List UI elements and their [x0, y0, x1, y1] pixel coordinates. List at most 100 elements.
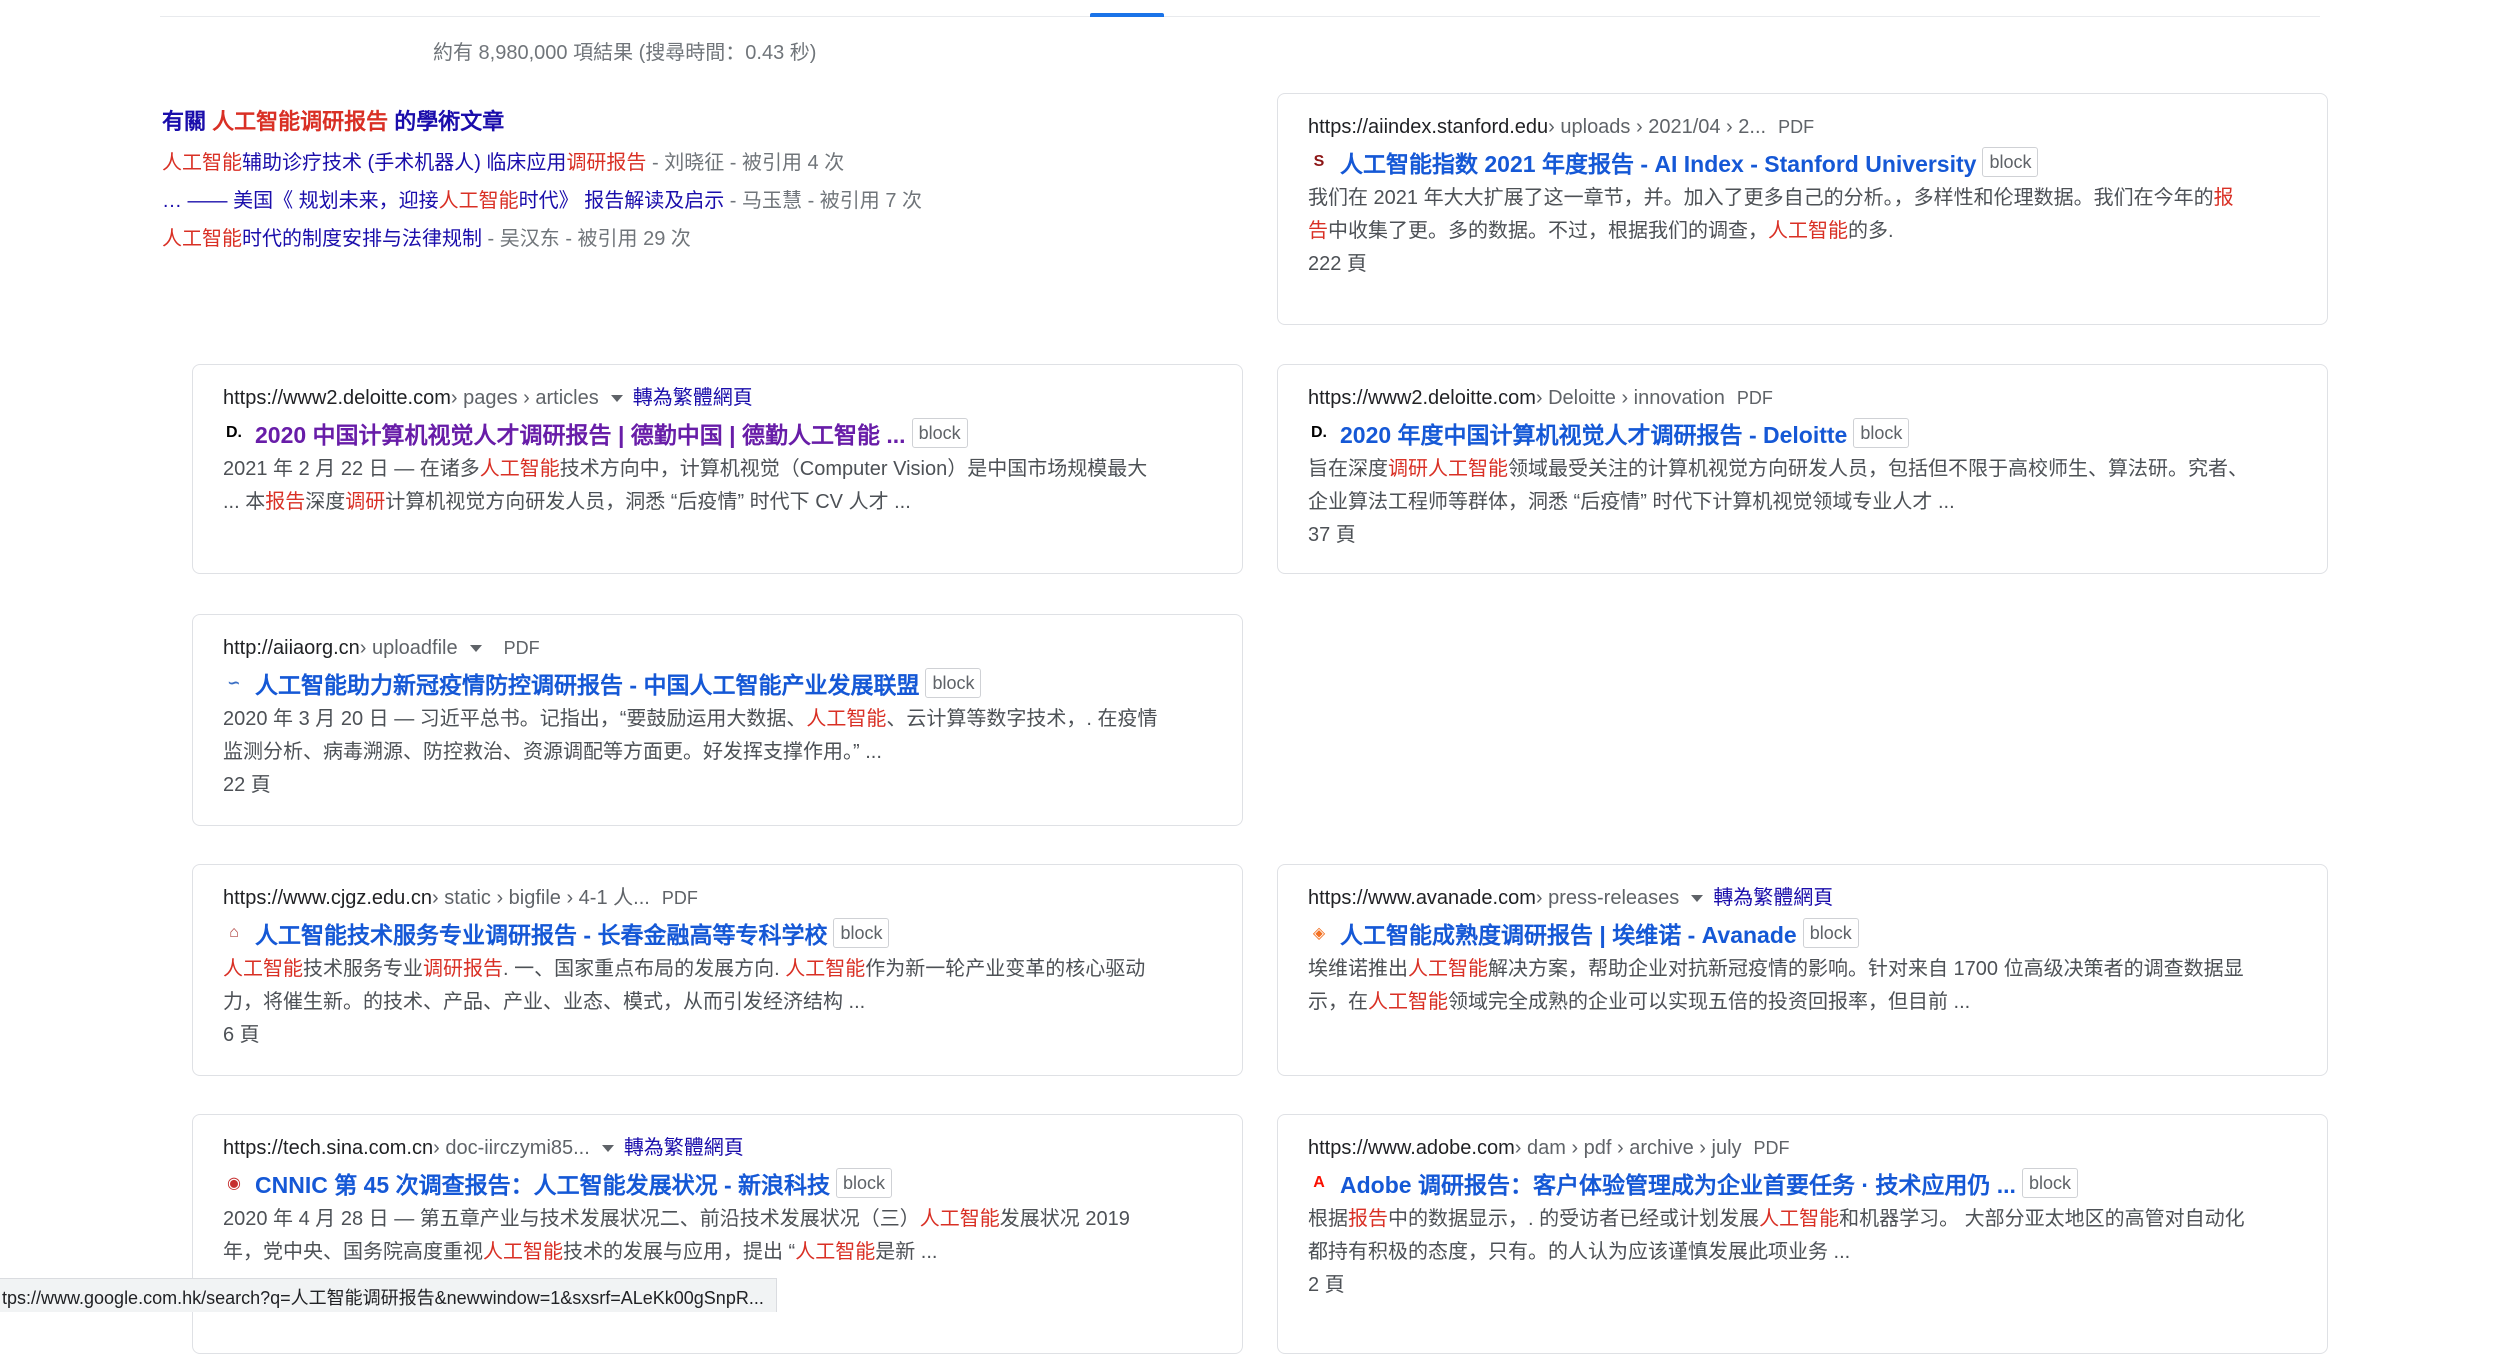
snippet-highlight: 告 — [1308, 220, 1328, 242]
pdf-tag: PDF — [503, 638, 540, 658]
page-count: 2 頁 — [1308, 1274, 1345, 1296]
snippet-text: 根据 — [1308, 1208, 1348, 1230]
scholar-article-3[interactable]: 人工智能时代的制度安排与法律规制 - 吴汉东 - 被引用 29 次 — [162, 220, 1162, 258]
result-title-text: Adobe 调研报告：客户体验管理成为企业首要任务 · 技术应用仍 ... — [1340, 1172, 2016, 1198]
block-site-button[interactable]: block — [2021, 1168, 2078, 1198]
snippet-text: 2020 年 4 月 28 日 — 第五章产业与技术发展状况二、前沿技术发展状况… — [223, 1208, 920, 1230]
snippet-line: ... 本报告深度调研计算机视觉方向研发人员，洞悉 “后疫情” 时代下 CV 人… — [223, 486, 1212, 519]
result-title-link[interactable]: CNNIC 第 45 次调查报告：人工智能发展状况 - 新浪科技 — [255, 1166, 830, 1200]
result-title-link[interactable]: Adobe 调研报告：客户体验管理成为企业首要任务 · 技术应用仍 ... — [1340, 1166, 2016, 1200]
snippet-text: 我们在 2021 年大大扩展了这一章节，并。加入了更多自己的分析。，多样性和伦理… — [1308, 187, 2214, 209]
snippet-highlight: 报 — [2213, 187, 2234, 209]
more-options-chevron-icon[interactable] — [469, 644, 482, 652]
snippet-line: 年，党中央、国务院高度重视人工智能技术的发展与应用，提出 “人工智能是新 ... — [223, 1236, 1212, 1269]
search-result-card: http://aiiaorg.cn › uploadfile PDF ∽ 人工智能助力… — [192, 614, 1243, 826]
scholar-heading-link[interactable]: 有關 人工智能调研报告 的學術文章 — [162, 104, 1162, 136]
block-site-button[interactable]: block — [911, 418, 968, 448]
scholar-text-hl: 调研报告 — [566, 152, 647, 174]
snippet-text: 技术方向中，计算机视觉（Computer Vision）是中国市场规模最大 — [559, 458, 1148, 480]
snippet-highlight: 人工智能 — [1368, 991, 1448, 1013]
snippet-highlight: 调研报告 — [423, 958, 503, 980]
snippet-text: 中收集了更。多的数据。不过，根据我们的调查， — [1328, 220, 1768, 242]
scholar-text-hl: 人工智能 — [438, 190, 519, 212]
result-title-link[interactable]: 人工智能成熟度调研报告 | 埃维诺 - Avanade — [1340, 916, 1797, 950]
result-url-line[interactable]: http://aiiaorg.cn › uploadfile PDF — [223, 631, 1212, 665]
more-options-chevron-icon[interactable] — [601, 1144, 614, 1152]
aiia-favicon-icon: ∽ — [227, 675, 241, 692]
result-title-text: 人工智能成熟度调研报告 | 埃维诺 - Avanade — [1340, 922, 1797, 948]
result-title-line: ∽ 人工智能助力新冠疫情防控调研报告 - 中国人工智能产业发展联盟 block — [223, 665, 1212, 701]
scholar-article-1[interactable]: 人工智能辅助诊疗技术 (手术机器人) 临床应用调研报告 - 刘晓征 - 被引用 … — [162, 144, 1162, 182]
more-options-chevron-icon[interactable] — [1691, 894, 1704, 902]
result-url-line[interactable]: https://www.cjgz.edu.cn › static › bigfi… — [223, 881, 1212, 915]
snippet-line: 监测分析、病毒溯源、防控救治、资源调配等方面更。好发挥支撑作用。” ... — [223, 736, 1212, 769]
deloitte-favicon-icon: D. — [1311, 424, 1327, 441]
scholar-article-2[interactable]: … —— 美国《 规划未来，迎接人工智能时代》 报告解读及启示 - 马玉慧 - … — [162, 182, 1162, 220]
pdf-tag: PDF — [1753, 1138, 1790, 1158]
snippet-text: 是新 ... — [875, 1241, 938, 1263]
search-result-card: https://www2.deloitte.com › Deloitte › i… — [1277, 364, 2328, 574]
result-breadcrumbs: › uploads › 2021/04 › 2... — [1548, 116, 1767, 138]
snippet-text: 解决方案，帮助企业对抗新冠疫情的影响。针对来自 1700 位高级决策者的调查数据… — [1488, 958, 2244, 980]
result-url-line[interactable]: https://www.avanade.com › press-releases… — [1308, 881, 2297, 915]
snippet-text: 企业算法工程师等群体，洞悉 “后疫情” 时代下计算机视觉领域专业人才 ... — [1308, 491, 1955, 513]
result-title-link[interactable]: 人工智能指数 2021 年度报告 - AI Index - Stanford U… — [1340, 145, 1976, 179]
translate-page-link[interactable]: 轉為繁體網頁 — [1713, 881, 1833, 915]
result-breadcrumbs: › press-releases — [1535, 887, 1680, 909]
snippet-highlight: 调研 — [345, 491, 386, 513]
scholar-text: 时代的制度安排与法律规制 — [242, 228, 482, 250]
result-stats: 約有 8,980,000 項結果 (搜尋時間：0.43 秒) — [433, 42, 817, 64]
block-site-button[interactable]: block — [1802, 918, 1859, 948]
snippet-text: 发展状况 2019 — [999, 1208, 1130, 1230]
result-url: https://www2.deloitte.com — [1308, 387, 1536, 409]
scholar-heading-query: 人工智能调研报告 — [212, 109, 389, 134]
snippet-text: 监测分析、病毒溯源、防控救治、资源调配等方面更。好发挥支撑作用。” ... — [223, 741, 882, 763]
result-url-line[interactable]: https://www2.deloitte.com › Deloitte › i… — [1308, 381, 2297, 415]
translate-page-link[interactable]: 轉為繁體網頁 — [633, 381, 753, 415]
snippet-text: 2021 年 2 月 22 日 — 在诸多 — [223, 458, 480, 480]
snippet-highlight: 报告 — [1348, 1208, 1388, 1230]
result-url-line[interactable]: https://www2.deloitte.com › pages › arti… — [223, 381, 1212, 415]
page-count: 222 頁 — [1308, 253, 1367, 275]
result-url-line[interactable]: https://tech.sina.com.cn › doc-iirczymi8… — [223, 1131, 1212, 1165]
result-title-text: 2020 中国计算机视觉人才调研报告 | 德勤中国 | 德勤人工智能 ... — [255, 422, 906, 448]
snippet-text: 和机器学习。 大部分亚太地区的高管对自动化 — [1839, 1208, 2245, 1230]
snippet-highlight: 人工智能 — [479, 458, 560, 480]
result-title-link[interactable]: 2020 年度中国计算机视觉人才调研报告 - Deloitte — [1340, 416, 1847, 450]
page-count: 6 頁 — [223, 1024, 260, 1046]
result-url: https://www.cjgz.edu.cn — [223, 887, 432, 909]
result-title-link[interactable]: 2020 中国计算机视觉人才调研报告 | 德勤中国 | 德勤人工智能 ... — [255, 416, 906, 450]
result-url-line[interactable]: https://aiindex.stanford.edu › uploads ›… — [1308, 110, 2297, 144]
block-site-button[interactable]: block — [833, 918, 890, 948]
scholar-meta: - 吴汉东 - 被引用 29 次 — [482, 228, 691, 250]
result-title-link[interactable]: 人工智能助力新冠疫情防控调研报告 - 中国人工智能产业发展联盟 — [255, 666, 919, 700]
result-title-link[interactable]: 人工智能技术服务专业调研报告 - 长春金融高等专科学校 — [255, 916, 827, 950]
snippet-line: 示，在人工智能领域完全成熟的企业可以实现五倍的投资回报率，但目前 ... — [1308, 986, 2297, 1019]
result-title-line: D. 2020 年度中国计算机视觉人才调研报告 - Deloitte block — [1308, 415, 2297, 451]
result-snippet: 2020 年 4 月 28 日 — 第五章产业与技术发展状况二、前沿技术发展状况… — [223, 1203, 1212, 1269]
snippet-text: 年，党中央、国务院高度重视 — [223, 1241, 483, 1263]
result-title-text: 人工智能助力新冠疫情防控调研报告 - 中国人工智能产业发展联盟 — [255, 672, 920, 698]
result-snippet: 旨在深度调研人工智能领域最受关注的计算机视觉方向研发人员，包括但不限于高校师生、… — [1308, 453, 2297, 519]
search-result-card: https://www.adobe.com › dam › pdf › arch… — [1277, 1114, 2328, 1354]
block-site-button[interactable]: block — [1982, 147, 2039, 177]
result-snippet: 根据报告中的数据显示，. 的受访者已经或计划发展人工智能和机器学习。 大部分亚太… — [1308, 1203, 2297, 1269]
cjgz-favicon-icon: ⌂ — [229, 924, 239, 941]
snippet-line: 埃维诺推出人工智能解决方案，帮助企业对抗新冠疫情的影响。针对来自 1700 位高… — [1308, 953, 2297, 986]
block-site-button[interactable]: block — [836, 1168, 893, 1198]
block-site-button[interactable]: block — [1853, 418, 1910, 448]
result-title-line: S 人工智能指数 2021 年度报告 - AI Index - Stanford … — [1308, 144, 2297, 180]
result-url-line[interactable]: https://www.adobe.com › dam › pdf › arch… — [1308, 1131, 2297, 1165]
result-snippet: 2021 年 2 月 22 日 — 在诸多人工智能技术方向中，计算机视觉（Com… — [223, 453, 1212, 519]
translate-page-link[interactable]: 轉為繁體網頁 — [624, 1131, 744, 1165]
page-count: 22 頁 — [223, 774, 271, 796]
scholar-text: 时代》 报告解读及启示 — [518, 190, 725, 212]
snippet-highlight: 人工智能 — [1408, 958, 1488, 980]
more-options-chevron-icon[interactable] — [610, 394, 623, 402]
pdf-tag: PDF — [1736, 388, 1773, 408]
snippet-text: ... 本 — [223, 491, 266, 513]
scholar-heading-suffix: 的學術文章 — [388, 109, 505, 134]
result-title-line: ⌂ 人工智能技术服务专业调研报告 - 长春金融高等专科学校 block — [223, 915, 1212, 951]
block-site-button[interactable]: block — [925, 668, 982, 698]
result-breadcrumbs: › dam › pdf › archive › july — [1514, 1137, 1742, 1159]
